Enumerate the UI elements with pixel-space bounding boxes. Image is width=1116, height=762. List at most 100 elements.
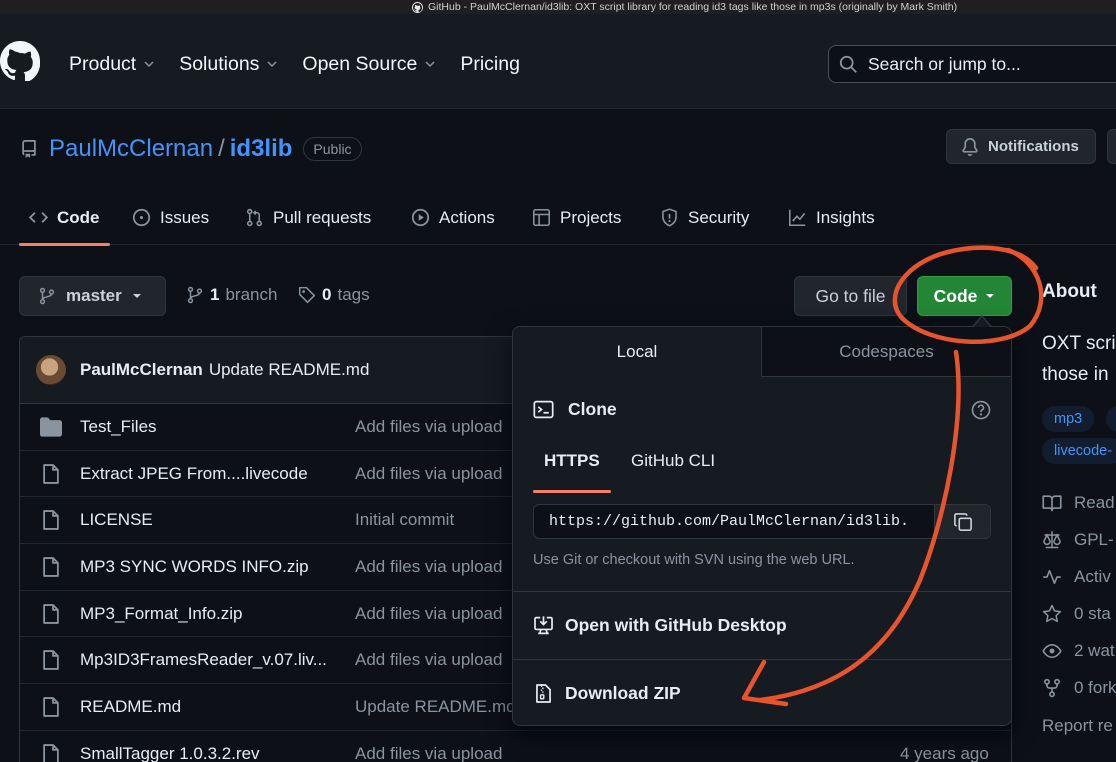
- code-button-label: Code: [933, 285, 978, 306]
- law-icon: [1043, 531, 1061, 549]
- dropdown-caret-inner: [974, 317, 990, 327]
- branch-word: branch: [225, 285, 278, 304]
- sidebar-item-label: 0 fork: [1074, 678, 1116, 697]
- download-zip-label: Download ZIP: [565, 683, 681, 703]
- file-commit-message[interactable]: Add files via upload: [355, 417, 502, 437]
- repo-action-button[interactable]: [1107, 129, 1116, 164]
- sidebar-item-label: GPL-: [1074, 530, 1114, 549]
- file-commit-message[interactable]: Add files via upload: [355, 650, 502, 670]
- branch-select-button[interactable]: master: [19, 276, 166, 316]
- topic-tag[interactable]: [1106, 406, 1116, 432]
- tab-issues-label: Issues: [160, 207, 210, 227]
- topic-tag[interactable]: livecode-: [1042, 438, 1116, 464]
- issue-icon: [132, 208, 151, 227]
- window-title: GitHub - PaulMcClernan/id3lib: OXT scrip…: [412, 0, 957, 14]
- go-to-file-button[interactable]: Go to file: [794, 276, 907, 316]
- sidebar-item-watchers[interactable]: 2 wat: [1042, 641, 1115, 661]
- nav-pricing[interactable]: Pricing: [460, 53, 520, 76]
- branches-link[interactable]: 1 branch: [186, 285, 277, 305]
- tab-issues[interactable]: Issues: [132, 190, 209, 245]
- tab-projects[interactable]: Projects: [532, 190, 621, 245]
- sidebar-item-label: 0 sta: [1074, 604, 1111, 623]
- commit-message[interactable]: Update README.md: [209, 360, 370, 380]
- tab-insights-label: Insights: [816, 207, 875, 227]
- file-commit-message[interactable]: Add files via upload: [355, 557, 502, 577]
- tab-actions[interactable]: Actions: [411, 190, 495, 245]
- tab-pull-requests[interactable]: Pull requests: [245, 190, 371, 245]
- repo-tabs: Code Issues Pull requests Actions Projec…: [0, 190, 1116, 246]
- nav-product-label: Product: [69, 52, 137, 75]
- sidebar-item-forks[interactable]: 0 fork: [1042, 678, 1116, 698]
- branch-name: master: [66, 286, 122, 305]
- repo-owner-link[interactable]: PaulMcClernan: [49, 135, 213, 163]
- nav-solutions[interactable]: Solutions: [179, 53, 278, 76]
- sidebar-item-label: Read: [1074, 493, 1115, 512]
- file-commit-message[interactable]: Update README.md: [355, 697, 516, 717]
- topic-tag[interactable]: mp3: [1042, 406, 1095, 432]
- open-with-desktop-button[interactable]: Open with GitHub Desktop: [533, 615, 787, 636]
- nav-open-source[interactable]: Open Source: [302, 53, 436, 76]
- file-name[interactable]: MP3 SYNC WORDS INFO.zip: [80, 557, 309, 577]
- github-logo-icon[interactable]: [0, 41, 40, 81]
- report-repository-link[interactable]: Report re: [1042, 716, 1113, 736]
- file-name[interactable]: Mp3ID3FramesReader_v.07.liv...: [80, 650, 327, 670]
- file-commit-message[interactable]: Add files via upload: [355, 744, 502, 762]
- file-commit-message[interactable]: Add files via upload: [355, 464, 502, 484]
- file-name[interactable]: README.md: [80, 697, 181, 717]
- bell-icon: [962, 137, 978, 156]
- file-name[interactable]: Extract JPEG From....livecode: [80, 464, 308, 484]
- window-title-bar: GitHub - PaulMcClernan/id3lib: OXT scrip…: [0, 0, 1116, 14]
- avatar[interactable]: [36, 355, 66, 385]
- file-commit-message[interactable]: Initial commit: [355, 510, 454, 530]
- file-name[interactable]: SmallTagger 1.0.3.2.rev: [80, 744, 260, 762]
- sidebar-item-label: 2 wat: [1074, 641, 1115, 660]
- sidebar-item-license[interactable]: GPL-: [1042, 530, 1114, 550]
- tag-icon: [298, 286, 316, 304]
- notifications-button[interactable]: Notifications: [946, 129, 1096, 164]
- tab-pull-requests-label: Pull requests: [273, 207, 372, 227]
- divider: [513, 591, 1011, 592]
- protocol-tab-https[interactable]: HTTPS: [544, 451, 600, 471]
- file-icon: [43, 603, 59, 624]
- question-icon[interactable]: [971, 400, 991, 420]
- protocol-tab-github-cli[interactable]: GitHub CLI: [631, 451, 715, 471]
- sidebar-item-label: Activ: [1074, 567, 1111, 586]
- table-icon: [533, 209, 550, 226]
- sidebar-item-readme[interactable]: Read: [1042, 493, 1115, 513]
- about-description-line: OXT scri: [1042, 333, 1116, 354]
- open-with-desktop-label: Open with GitHub Desktop: [565, 615, 787, 635]
- tag-word: tags: [337, 285, 370, 304]
- nav-product[interactable]: Product: [69, 53, 155, 76]
- clone-url-input[interactable]: [534, 513, 934, 530]
- code-button[interactable]: Code: [917, 276, 1012, 316]
- tab-security[interactable]: Security: [660, 190, 749, 245]
- sidebar-item-stars[interactable]: 0 sta: [1042, 604, 1111, 624]
- file-name[interactable]: Test_Files: [80, 417, 157, 437]
- tab-insights[interactable]: Insights: [788, 190, 875, 245]
- search-input[interactable]: [868, 53, 1098, 75]
- tab-local[interactable]: Local: [513, 327, 762, 377]
- repo-name-link[interactable]: id3lib: [230, 135, 293, 163]
- clone-url-box: [533, 504, 991, 539]
- repo-path-separator: /: [218, 135, 225, 162]
- tab-codespaces[interactable]: Codespaces: [762, 327, 1011, 377]
- clone-heading-label: Clone: [568, 399, 617, 419]
- file-name[interactable]: LICENSE: [80, 510, 153, 530]
- tab-code[interactable]: Code: [19, 190, 109, 246]
- commit-author[interactable]: PaulMcClernan: [80, 360, 203, 380]
- github-mini-icon: [412, 1, 423, 13]
- tags-link[interactable]: 0 tags: [298, 285, 370, 305]
- book-icon: [1042, 495, 1062, 512]
- clone-heading: Clone: [533, 399, 617, 420]
- sidebar-item-activity[interactable]: Activ: [1042, 567, 1111, 587]
- copy-url-button[interactable]: [934, 505, 990, 538]
- file-commit-message[interactable]: Add files via upload: [355, 604, 502, 624]
- pulse-icon: [1043, 569, 1061, 585]
- search-box[interactable]: [828, 45, 1116, 83]
- desktop-download-icon: [534, 616, 553, 635]
- file-name[interactable]: MP3_Format_Info.zip: [80, 604, 243, 624]
- about-heading: About: [1042, 281, 1097, 302]
- download-zip-button[interactable]: Download ZIP: [533, 683, 681, 704]
- search-icon: [839, 55, 857, 73]
- chevron-down-icon: [267, 61, 277, 68]
